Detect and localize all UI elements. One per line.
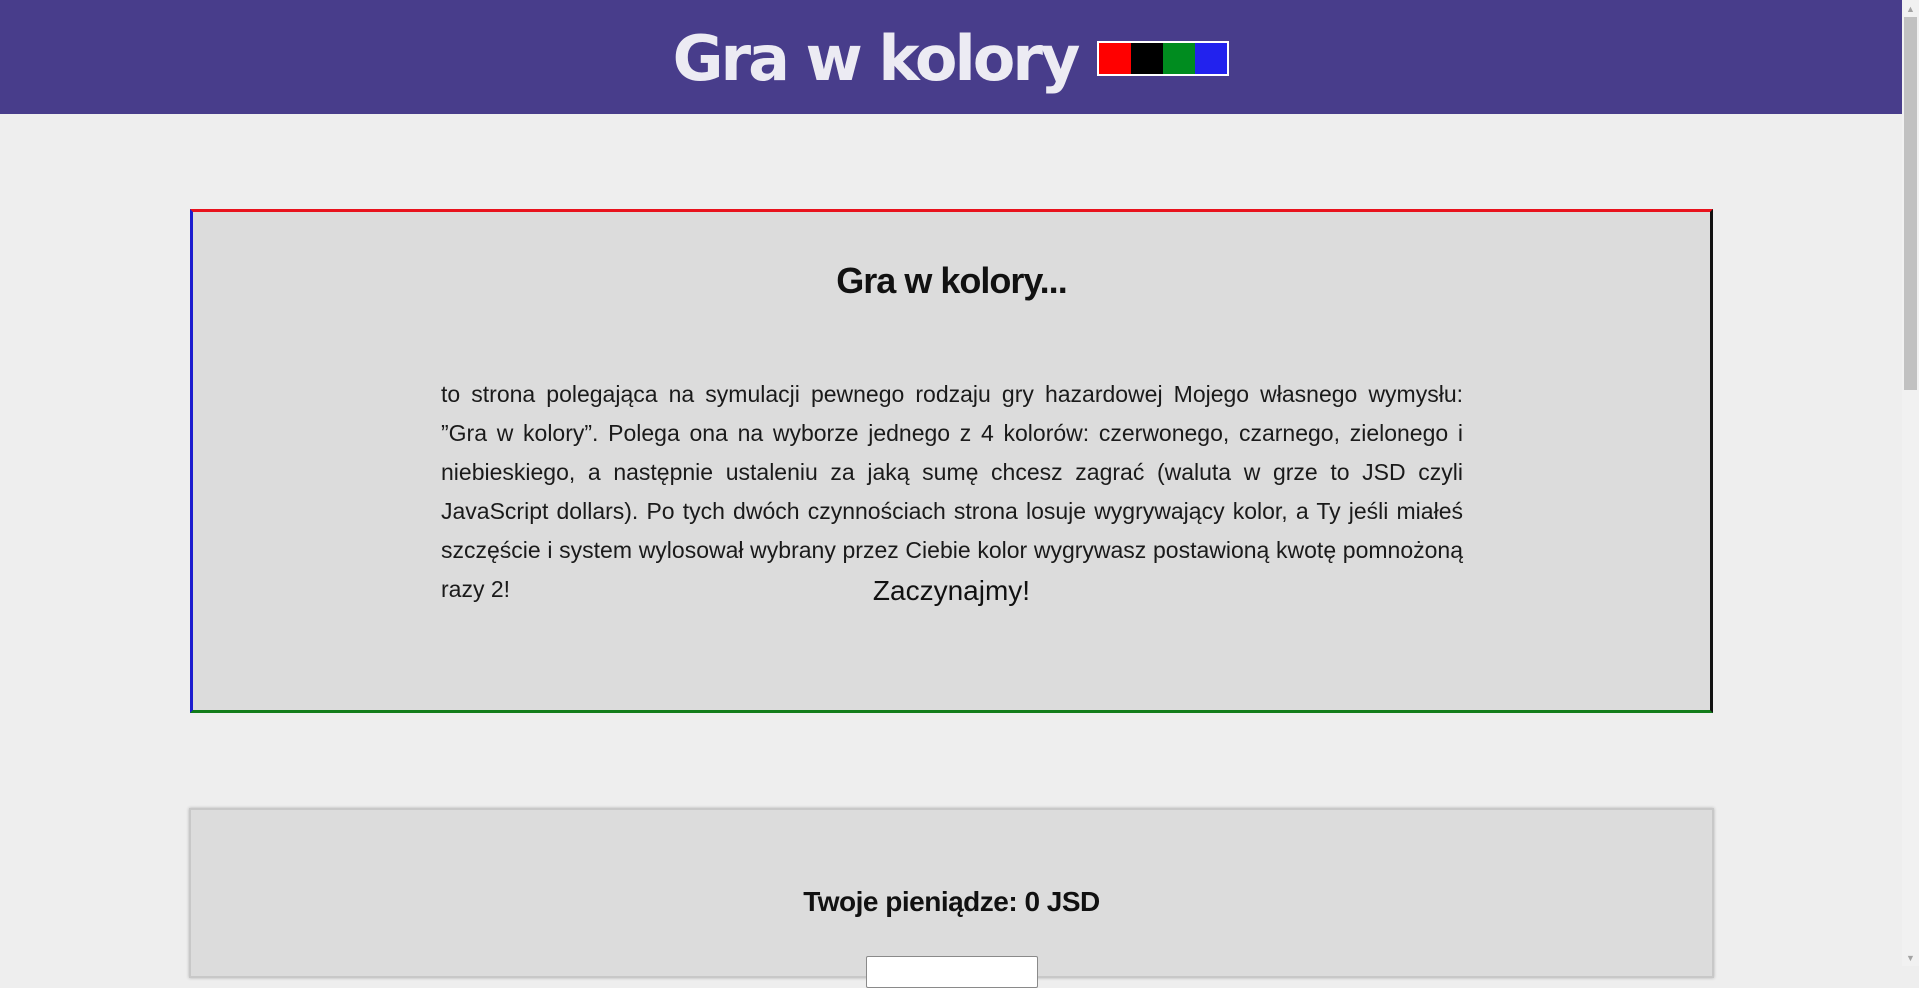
- scroll-down-arrow-icon[interactable]: ▼: [1902, 949, 1919, 966]
- scroll-up-arrow-icon[interactable]: ▲: [1902, 0, 1919, 17]
- site-title: Gra w kolory: [672, 22, 1081, 95]
- page-scrollbar[interactable]: ▲ ▼: [1902, 0, 1919, 966]
- money-card: Twoje pieniądze: 0 JSD: [189, 808, 1714, 988]
- bet-amount-input[interactable]: [866, 956, 1038, 988]
- swatch-blue: [1195, 42, 1228, 74]
- money-balance-label: Twoje pieniądze: 0 JSD: [803, 886, 1100, 917]
- color-swatches: [1097, 40, 1230, 76]
- intro-call-to-action: Zaczynajmy!: [872, 575, 1031, 606]
- swatch-black: [1131, 42, 1164, 74]
- intro-card: Gra w kolory... to strona polegająca na …: [190, 209, 1713, 713]
- site-header: Gra w kolory: [0, 0, 1902, 114]
- swatch-green: [1163, 42, 1196, 74]
- intro-title: Gra w kolory...: [836, 260, 1067, 301]
- swatch-red: [1099, 42, 1132, 74]
- scrollbar-thumb[interactable]: [1904, 17, 1917, 390]
- intro-description: to strona polegająca na symulacji pewneg…: [441, 381, 1463, 602]
